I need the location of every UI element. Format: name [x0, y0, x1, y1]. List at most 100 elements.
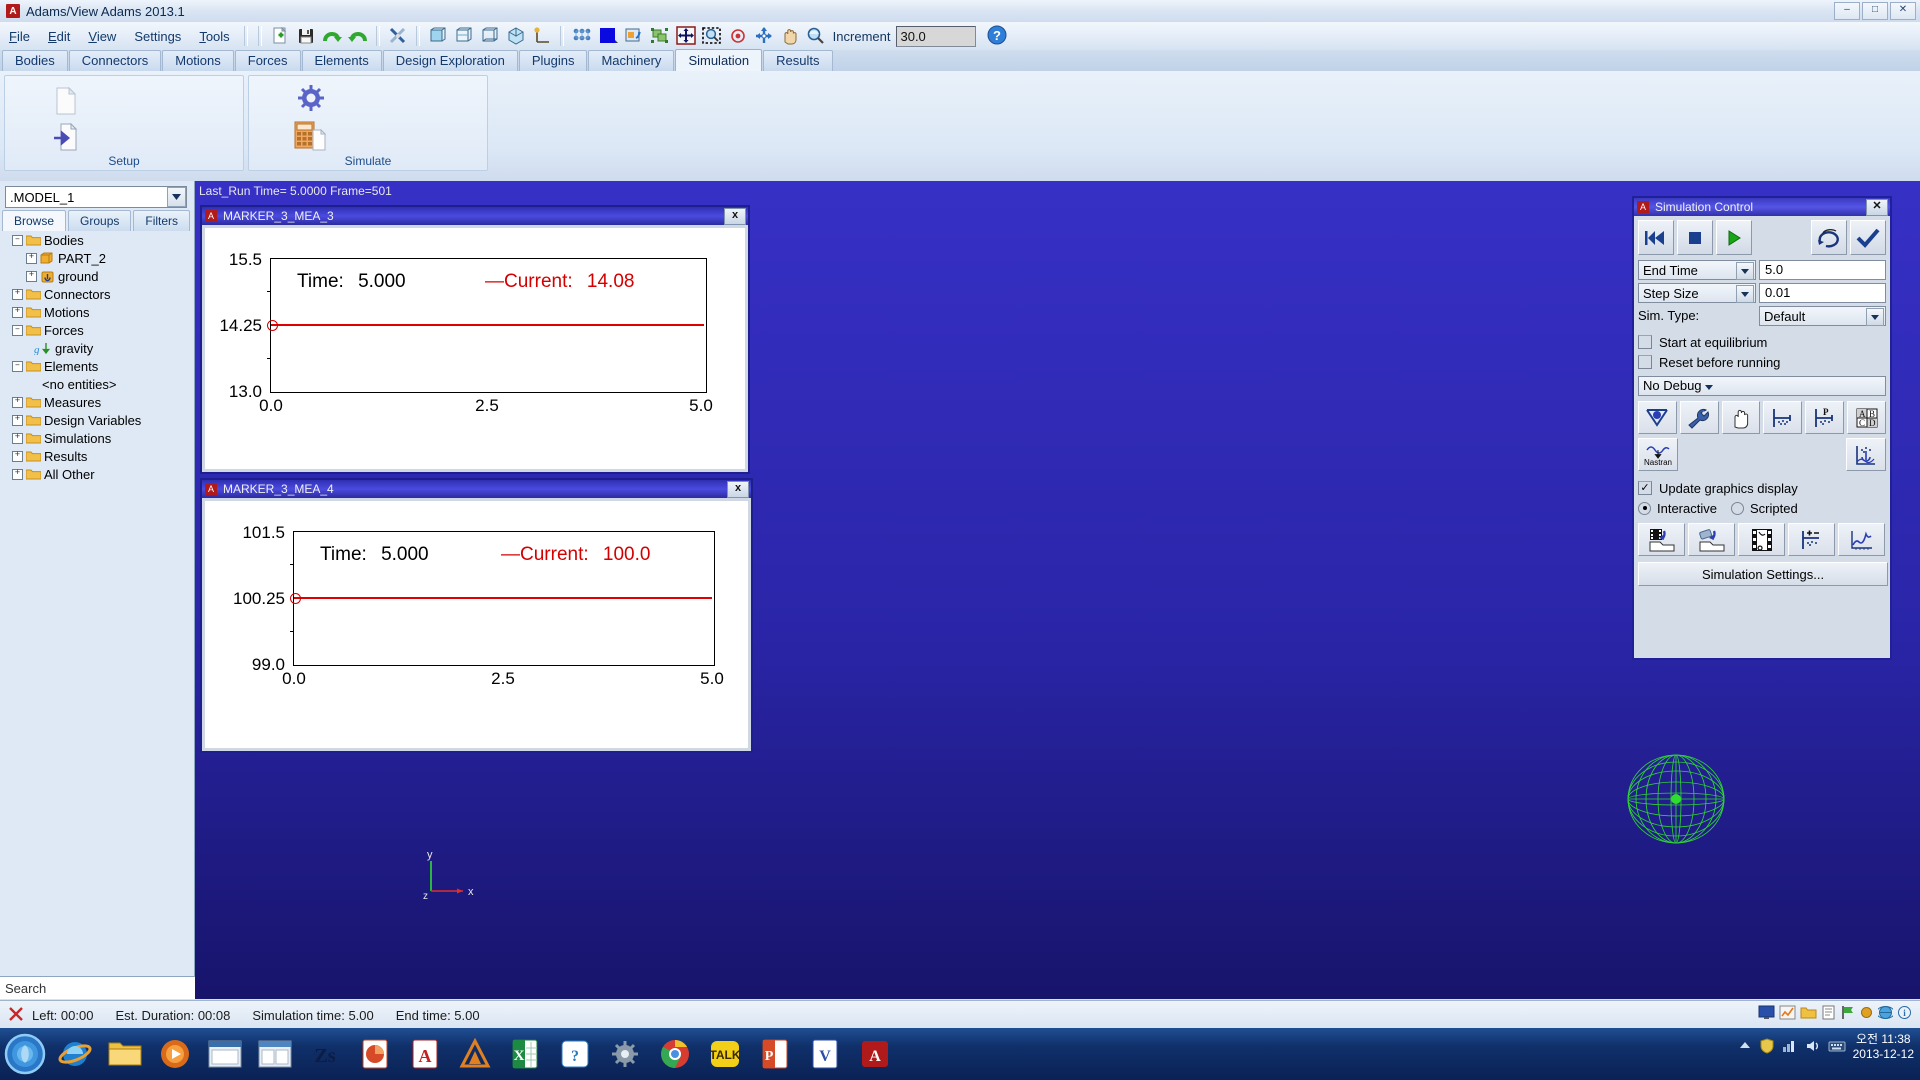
taskbar-clock[interactable]: 오전 11:38 2013-12-12: [1853, 1032, 1914, 1062]
tab-simulation[interactable]: Simulation: [675, 49, 763, 71]
tree-item-all-other[interactable]: + All Other: [4, 465, 190, 483]
window2-icon[interactable]: [251, 1031, 299, 1077]
folder-icon[interactable]: [1800, 1006, 1817, 1023]
monitor-icon[interactable]: [1758, 1005, 1775, 1023]
tree-expander-icon[interactable]: +: [12, 468, 23, 480]
gear-icon[interactable]: [297, 84, 325, 112]
menu-tools[interactable]: Tools: [190, 27, 238, 46]
powerpoint2-icon[interactable]: P: [751, 1031, 799, 1077]
network-icon[interactable]: [1782, 1039, 1798, 1056]
grid-points-icon[interactable]: [569, 24, 595, 48]
scripted-radio[interactable]: [1730, 501, 1744, 515]
stop-icon[interactable]: [1677, 220, 1714, 255]
start-at-equilibrium-checkbox[interactable]: [1638, 335, 1652, 349]
reset-before-running-row[interactable]: Reset before running: [1638, 352, 1886, 372]
sim-type-selector[interactable]: Default: [1759, 306, 1886, 326]
adams-icon[interactable]: [451, 1031, 499, 1077]
internet-explorer-icon[interactable]: [51, 1031, 99, 1077]
simulation-settings-button[interactable]: Simulation Settings...: [1638, 562, 1888, 586]
tree-expander-icon[interactable]: +: [12, 450, 23, 462]
new-document-icon[interactable]: [53, 86, 79, 116]
equilibrium-icon[interactable]: [1638, 401, 1677, 434]
tree-item-bodies[interactable]: – Bodies: [4, 231, 190, 249]
tree-item-results[interactable]: + Results: [4, 447, 190, 465]
abcd-icon[interactable]: ABCD: [1847, 401, 1886, 434]
tree-item-forces[interactable]: – Forces: [4, 321, 190, 339]
simulation-control-close-button[interactable]: ✕: [1866, 199, 1888, 216]
tree-expander-icon[interactable]: –: [12, 360, 23, 372]
box-front-icon[interactable]: [425, 24, 451, 48]
keyboard-icon[interactable]: [1828, 1039, 1846, 1056]
axis-icon[interactable]: [529, 24, 555, 48]
sidebar-tab-groups[interactable]: Groups: [68, 210, 132, 231]
reset-icon[interactable]: [1810, 220, 1847, 255]
plus-minus-icon[interactable]: [1788, 523, 1835, 556]
media-icon[interactable]: [151, 1031, 199, 1077]
tab-motions[interactable]: Motions: [162, 50, 234, 71]
menu-settings[interactable]: Settings: [125, 27, 190, 46]
center-icon[interactable]: [725, 24, 751, 48]
play-icon[interactable]: [1716, 220, 1753, 255]
zoom-icon[interactable]: [803, 24, 829, 48]
hand-icon[interactable]: [1721, 401, 1761, 434]
interactive-radio[interactable]: [1638, 501, 1651, 515]
info-icon[interactable]: i: [1897, 1005, 1912, 1023]
word-icon[interactable]: V: [801, 1031, 849, 1077]
tree-item-design-variables[interactable]: + Design Variables: [4, 411, 190, 429]
sidebar-tab-browse[interactable]: Browse: [2, 210, 67, 231]
acrobat-icon[interactable]: A: [401, 1031, 449, 1077]
tab-design-exploration[interactable]: Design Exploration: [382, 50, 518, 71]
pressure-measure-icon[interactable]: P: [1805, 401, 1845, 434]
simulation-control-dialog[interactable]: A Simulation Control ✕ End Time 5.0 Step…: [1632, 196, 1892, 660]
model-sphere[interactable]: [1615, 743, 1737, 858]
tree-expander-icon[interactable]: +: [12, 288, 23, 300]
plot-anchor-icon[interactable]: [1846, 438, 1886, 471]
save-icon[interactable]: [293, 24, 319, 48]
tree-item-part2[interactable]: + PART_2: [4, 249, 190, 267]
step-size-input[interactable]: 0.01: [1759, 283, 1886, 303]
start-at-equilibrium-row[interactable]: Start at equilibrium: [1638, 332, 1886, 352]
calculator-icon[interactable]: [293, 120, 327, 152]
plot-window-marker3mea4[interactable]: A MARKER_3_MEA_4 x 101.5 100.25 99.0 0.0…: [200, 478, 753, 753]
powerpoint-icon[interactable]: [351, 1031, 399, 1077]
film-icon[interactable]: [1738, 523, 1785, 556]
redo-icon[interactable]: [319, 24, 345, 48]
tree-expander-icon[interactable]: +: [12, 396, 23, 408]
settings-icon[interactable]: [601, 1031, 649, 1077]
step-size-selector[interactable]: Step Size: [1638, 283, 1756, 303]
nastran-icon[interactable]: Nastran: [1638, 438, 1678, 471]
tab-plugins[interactable]: Plugins: [518, 50, 588, 71]
rewind-icon[interactable]: [1638, 220, 1675, 255]
tree-expander-icon[interactable]: –: [12, 234, 23, 246]
tree-item-ground[interactable]: + ground: [4, 267, 190, 285]
menu-view[interactable]: View: [79, 27, 125, 46]
close-button[interactable]: ✕: [1890, 2, 1916, 20]
model-tree[interactable]: – Bodies + PART_2 + ground + Connectors …: [4, 231, 190, 951]
increment-input[interactable]: 30.0: [896, 25, 977, 47]
tree-expander-icon[interactable]: +: [26, 252, 37, 264]
wrench-icon[interactable]: [1679, 401, 1719, 434]
save-animation-icon[interactable]: [1638, 523, 1685, 556]
flag-icon[interactable]: [1840, 1005, 1855, 1023]
apply-check-icon[interactable]: [1849, 220, 1886, 255]
tree-item-connectors[interactable]: + Connectors: [4, 285, 190, 303]
start-button[interactable]: [1, 1031, 49, 1077]
note-icon[interactable]: [1821, 1005, 1836, 1023]
chevron-down-icon[interactable]: [1736, 285, 1754, 303]
fit-view-icon[interactable]: [673, 24, 699, 48]
tab-forces[interactable]: Forces: [234, 50, 301, 71]
talk-icon[interactable]: TALK: [701, 1031, 749, 1077]
chevron-down-icon[interactable]: [1736, 262, 1754, 280]
tree-item-gravity[interactable]: g gravity: [4, 339, 190, 357]
tree-item-elements[interactable]: – Elements: [4, 357, 190, 375]
volume-icon[interactable]: [1805, 1039, 1821, 1056]
end-time-selector[interactable]: End Time: [1638, 260, 1756, 280]
update-graphics-row[interactable]: ✓ Update graphics display: [1638, 478, 1886, 498]
maximize-button[interactable]: □: [1862, 2, 1888, 20]
box-iso-icon[interactable]: [451, 24, 477, 48]
tree-item-simulations[interactable]: + Simulations: [4, 429, 190, 447]
adams2-icon[interactable]: A: [851, 1031, 899, 1077]
chart-icon[interactable]: [1779, 1005, 1796, 1023]
undo-icon[interactable]: [345, 24, 371, 48]
folder-explorer-icon[interactable]: [101, 1031, 149, 1077]
